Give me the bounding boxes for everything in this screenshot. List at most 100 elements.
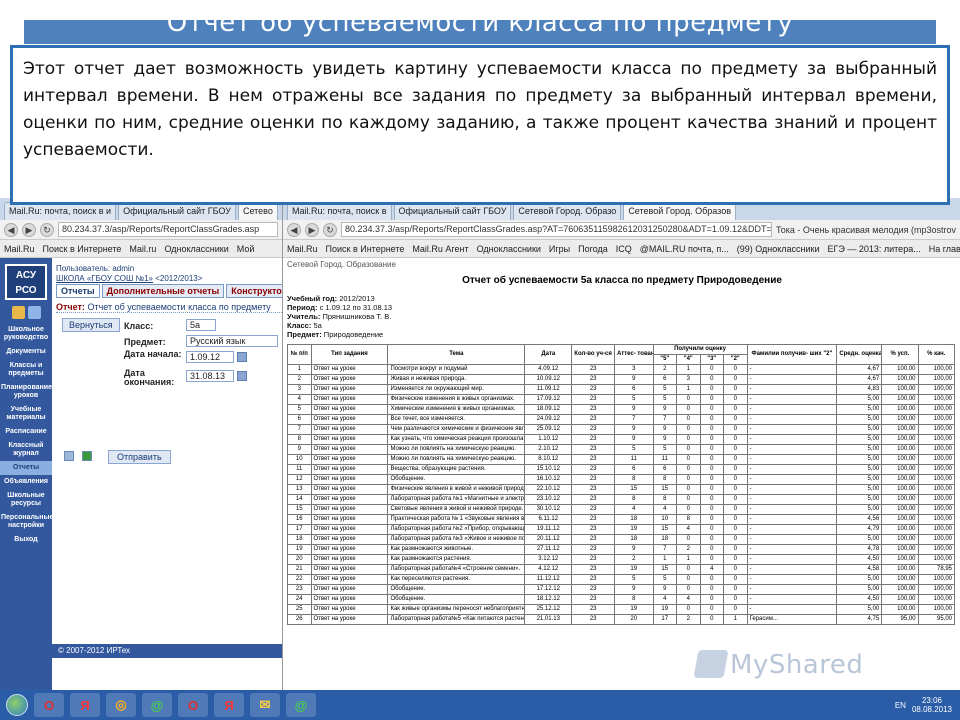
table-cell: Как размножаются животные. <box>387 544 526 555</box>
opera-icon[interactable]: O <box>178 693 208 717</box>
sidebar-item-announcements[interactable]: Объявления <box>0 475 52 489</box>
bookmark-item[interactable]: ICQ <box>616 244 632 254</box>
table-cell: 5 <box>652 574 677 585</box>
yandex-icon[interactable]: Я <box>214 693 244 717</box>
forward-arrow-icon[interactable]: ▶ <box>305 222 319 237</box>
bookmark-my[interactable]: Мой <box>237 244 255 254</box>
sidebar-item-journal[interactable]: Классный журнал <box>0 439 52 461</box>
school-link[interactable]: ШКОЛА «ГБОУ СОШ №1» <box>56 274 153 283</box>
icq-icon[interactable]: @ <box>142 693 172 717</box>
table-row: 4 Ответ на уроке Физические изменения в жи… <box>287 394 956 405</box>
table-row: 12 Ответ на уроке Обобщение. 16.10.12 23 8 8 0 0… <box>287 474 956 485</box>
table-cell: 1 <box>287 364 312 375</box>
print-icon[interactable] <box>64 451 74 461</box>
sidebar-item-schedule[interactable]: Расписание <box>0 425 52 439</box>
bookmark-item[interactable]: Погода <box>578 244 608 254</box>
sidebar-item-resources[interactable]: Школьные ресурсы <box>0 489 52 511</box>
table-cell: 100,00 <box>917 484 956 495</box>
table-cell: Как живые организмы переносят неблагопри… <box>387 604 526 615</box>
table-cell: 19.11.12 <box>524 524 573 535</box>
meta-label: Предмет: <box>287 330 322 339</box>
table-cell: Можно ли повлиять на химическую реакцию. <box>387 454 526 465</box>
mailru-agent-icon[interactable]: @ <box>286 693 316 717</box>
table-cell: 100,00 <box>917 604 956 615</box>
bookmark-item[interactable]: Mail.Ru Агент <box>412 244 468 254</box>
table-cell: 26 <box>287 614 312 625</box>
table-cell: 23 <box>571 594 616 605</box>
forward-arrow-icon[interactable]: ▶ <box>22 222 36 237</box>
sidebar-item-school-management[interactable]: Школьное руководство <box>0 323 52 345</box>
table-row: 16 Ответ на уроке Практическая работа № 1 … <box>287 514 956 525</box>
mail-icon[interactable]: ✉ <box>250 693 280 717</box>
bookmark-search[interactable]: Поиск в Интернете <box>43 244 122 254</box>
bookmark-mailru-2[interactable]: Mail.ru <box>129 244 156 254</box>
send-button[interactable]: Отправить <box>108 450 171 464</box>
sidebar-item-exit[interactable]: Выход <box>0 533 52 547</box>
grade-header-cell: "2" <box>723 354 748 365</box>
reload-icon[interactable]: ↻ <box>40 222 54 237</box>
table-cell: 14 <box>287 494 312 505</box>
bookmark-item[interactable]: (99) Одноклассники <box>737 244 820 254</box>
start-date-input[interactable]: 1.09.12 <box>186 351 234 363</box>
sidebar-item-lesson-planning[interactable]: Планирование уроков <box>0 381 52 403</box>
table-cell: Чем различаются химические и физические … <box>387 424 526 435</box>
grade-header-cell: "5" <box>652 354 677 365</box>
bookmark-item[interactable]: На главную страни... <box>929 244 960 254</box>
bookmark-item[interactable]: Mail.Ru <box>287 244 318 254</box>
back-button[interactable]: Вернуться <box>62 318 120 332</box>
tab-additional-reports[interactable]: Дополнительные отчеты <box>101 284 225 298</box>
watermark-logo-shape <box>693 650 729 678</box>
table-cell: 5,00 <box>836 504 883 515</box>
table-cell: 100,00 <box>917 424 956 435</box>
table-cell: 0 <box>699 394 724 405</box>
back-arrow-icon[interactable]: ◀ <box>4 222 18 237</box>
sidebar-item-documents[interactable]: Документы <box>0 345 52 359</box>
table-cell: 23 <box>571 524 616 535</box>
back-arrow-icon[interactable]: ◀ <box>287 222 301 237</box>
right-url-input[interactable]: 80.234.37.3/asp/Reports/ReportClassGrade… <box>341 222 772 237</box>
sidebar-item-settings[interactable]: Персональные настройки <box>0 511 53 533</box>
table-row: 22 Ответ на уроке Как переселяются растени… <box>287 574 956 585</box>
table-cell: Ответ на уроке <box>310 494 389 505</box>
language-indicator[interactable]: EN <box>895 701 906 710</box>
sidebar-item-materials[interactable]: Учебные материалы <box>0 403 52 425</box>
bookmark-item[interactable]: Игры <box>549 244 570 254</box>
table-cell: Обобщение. <box>387 584 526 595</box>
bookmark-item[interactable]: Поиск в Интернете <box>326 244 405 254</box>
excel-icon[interactable] <box>82 451 92 461</box>
table-cell: 5,00 <box>836 484 883 495</box>
tab-reports[interactable]: Отчеты <box>56 284 100 298</box>
bookmark-mailru[interactable]: Mail.Ru <box>4 244 35 254</box>
table-cell: 0 <box>676 474 701 485</box>
left-url-input[interactable]: 80.234.37.3/asp/Reports/ReportClassGrade… <box>58 222 278 237</box>
start-button-icon[interactable] <box>6 694 28 716</box>
table-cell: 5 <box>614 444 654 455</box>
table-row: 5 Ответ на уроке Химические изменения в жи… <box>287 404 956 415</box>
opera-icon[interactable]: O <box>34 693 64 717</box>
reload-icon[interactable]: ↻ <box>323 222 337 237</box>
table-cell: 18 <box>614 534 654 545</box>
table-cell: Ответ на уроке <box>310 564 389 575</box>
table-cell: 4 <box>676 594 701 605</box>
bookmark-item[interactable]: ЕГЭ — 2013: литера... <box>828 244 921 254</box>
calendar-icon[interactable] <box>237 352 247 362</box>
sidebar-item-classes[interactable]: Классы и предметы <box>0 359 52 381</box>
help-icon[interactable] <box>27 306 41 319</box>
table-cell: 100,00 <box>917 384 956 395</box>
clock[interactable]: 23:06 08.08.2013 <box>912 696 952 714</box>
bookmark-item[interactable]: @MAIL.RU почта, п... <box>640 244 729 254</box>
music-player-title[interactable]: Тока - Очень красивая мелодия (mp3ostrov <box>776 225 956 235</box>
table-cell: Как узнать, что химическая реакция произ… <box>387 434 526 445</box>
table-cell: 27.11.12 <box>524 544 573 555</box>
end-date-input[interactable]: 31.08.13 <box>186 370 234 382</box>
yandex-icon[interactable]: Я <box>70 693 100 717</box>
subject-select[interactable]: Русский язык <box>186 335 278 347</box>
calendar-icon[interactable] <box>237 371 247 381</box>
bookmark-item[interactable]: Одноклассники <box>477 244 541 254</box>
home-icon[interactable] <box>11 306 25 319</box>
sidebar-item-reports[interactable]: Отчеты <box>0 461 52 475</box>
class-select[interactable]: 5а <box>186 319 216 331</box>
table-row: 20 Ответ на уроке Как размножаются растени… <box>287 554 956 565</box>
browser-icon[interactable]: ◎ <box>106 693 136 717</box>
bookmark-odnoklassniki[interactable]: Одноклассники <box>164 244 228 254</box>
